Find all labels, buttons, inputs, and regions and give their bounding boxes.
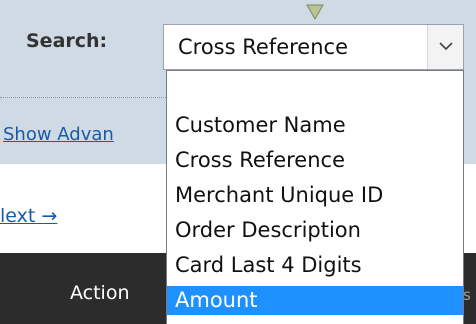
column-header-fragment: s [463, 286, 471, 304]
chevron-down-icon [439, 42, 453, 51]
option-order-description[interactable]: Order Description [167, 216, 463, 245]
option-card-last-4-digits[interactable]: Card Last 4 Digits [167, 251, 463, 280]
option-merchant-unique-id[interactable]: Merchant Unique ID [167, 181, 463, 210]
next-page-link[interactable]: lext → [0, 205, 57, 227]
select-current-value: Cross Reference [178, 35, 348, 59]
triangle-down-icon [305, 4, 325, 22]
search-field-options-list[interactable]: Customer Name Cross Reference Merchant U… [166, 70, 464, 324]
option-amount[interactable]: Amount [167, 286, 463, 315]
option-customer-name[interactable]: Customer Name [167, 111, 463, 140]
action-column-header: Action [70, 282, 130, 304]
option-cross-reference[interactable]: Cross Reference [167, 146, 463, 175]
divider [0, 97, 168, 98]
show-advanced-link[interactable]: Show Advan [3, 124, 114, 145]
select-dropdown-button[interactable] [427, 25, 463, 69]
search-label: Search: [26, 30, 108, 52]
search-field-select[interactable]: Cross Reference [163, 24, 464, 70]
